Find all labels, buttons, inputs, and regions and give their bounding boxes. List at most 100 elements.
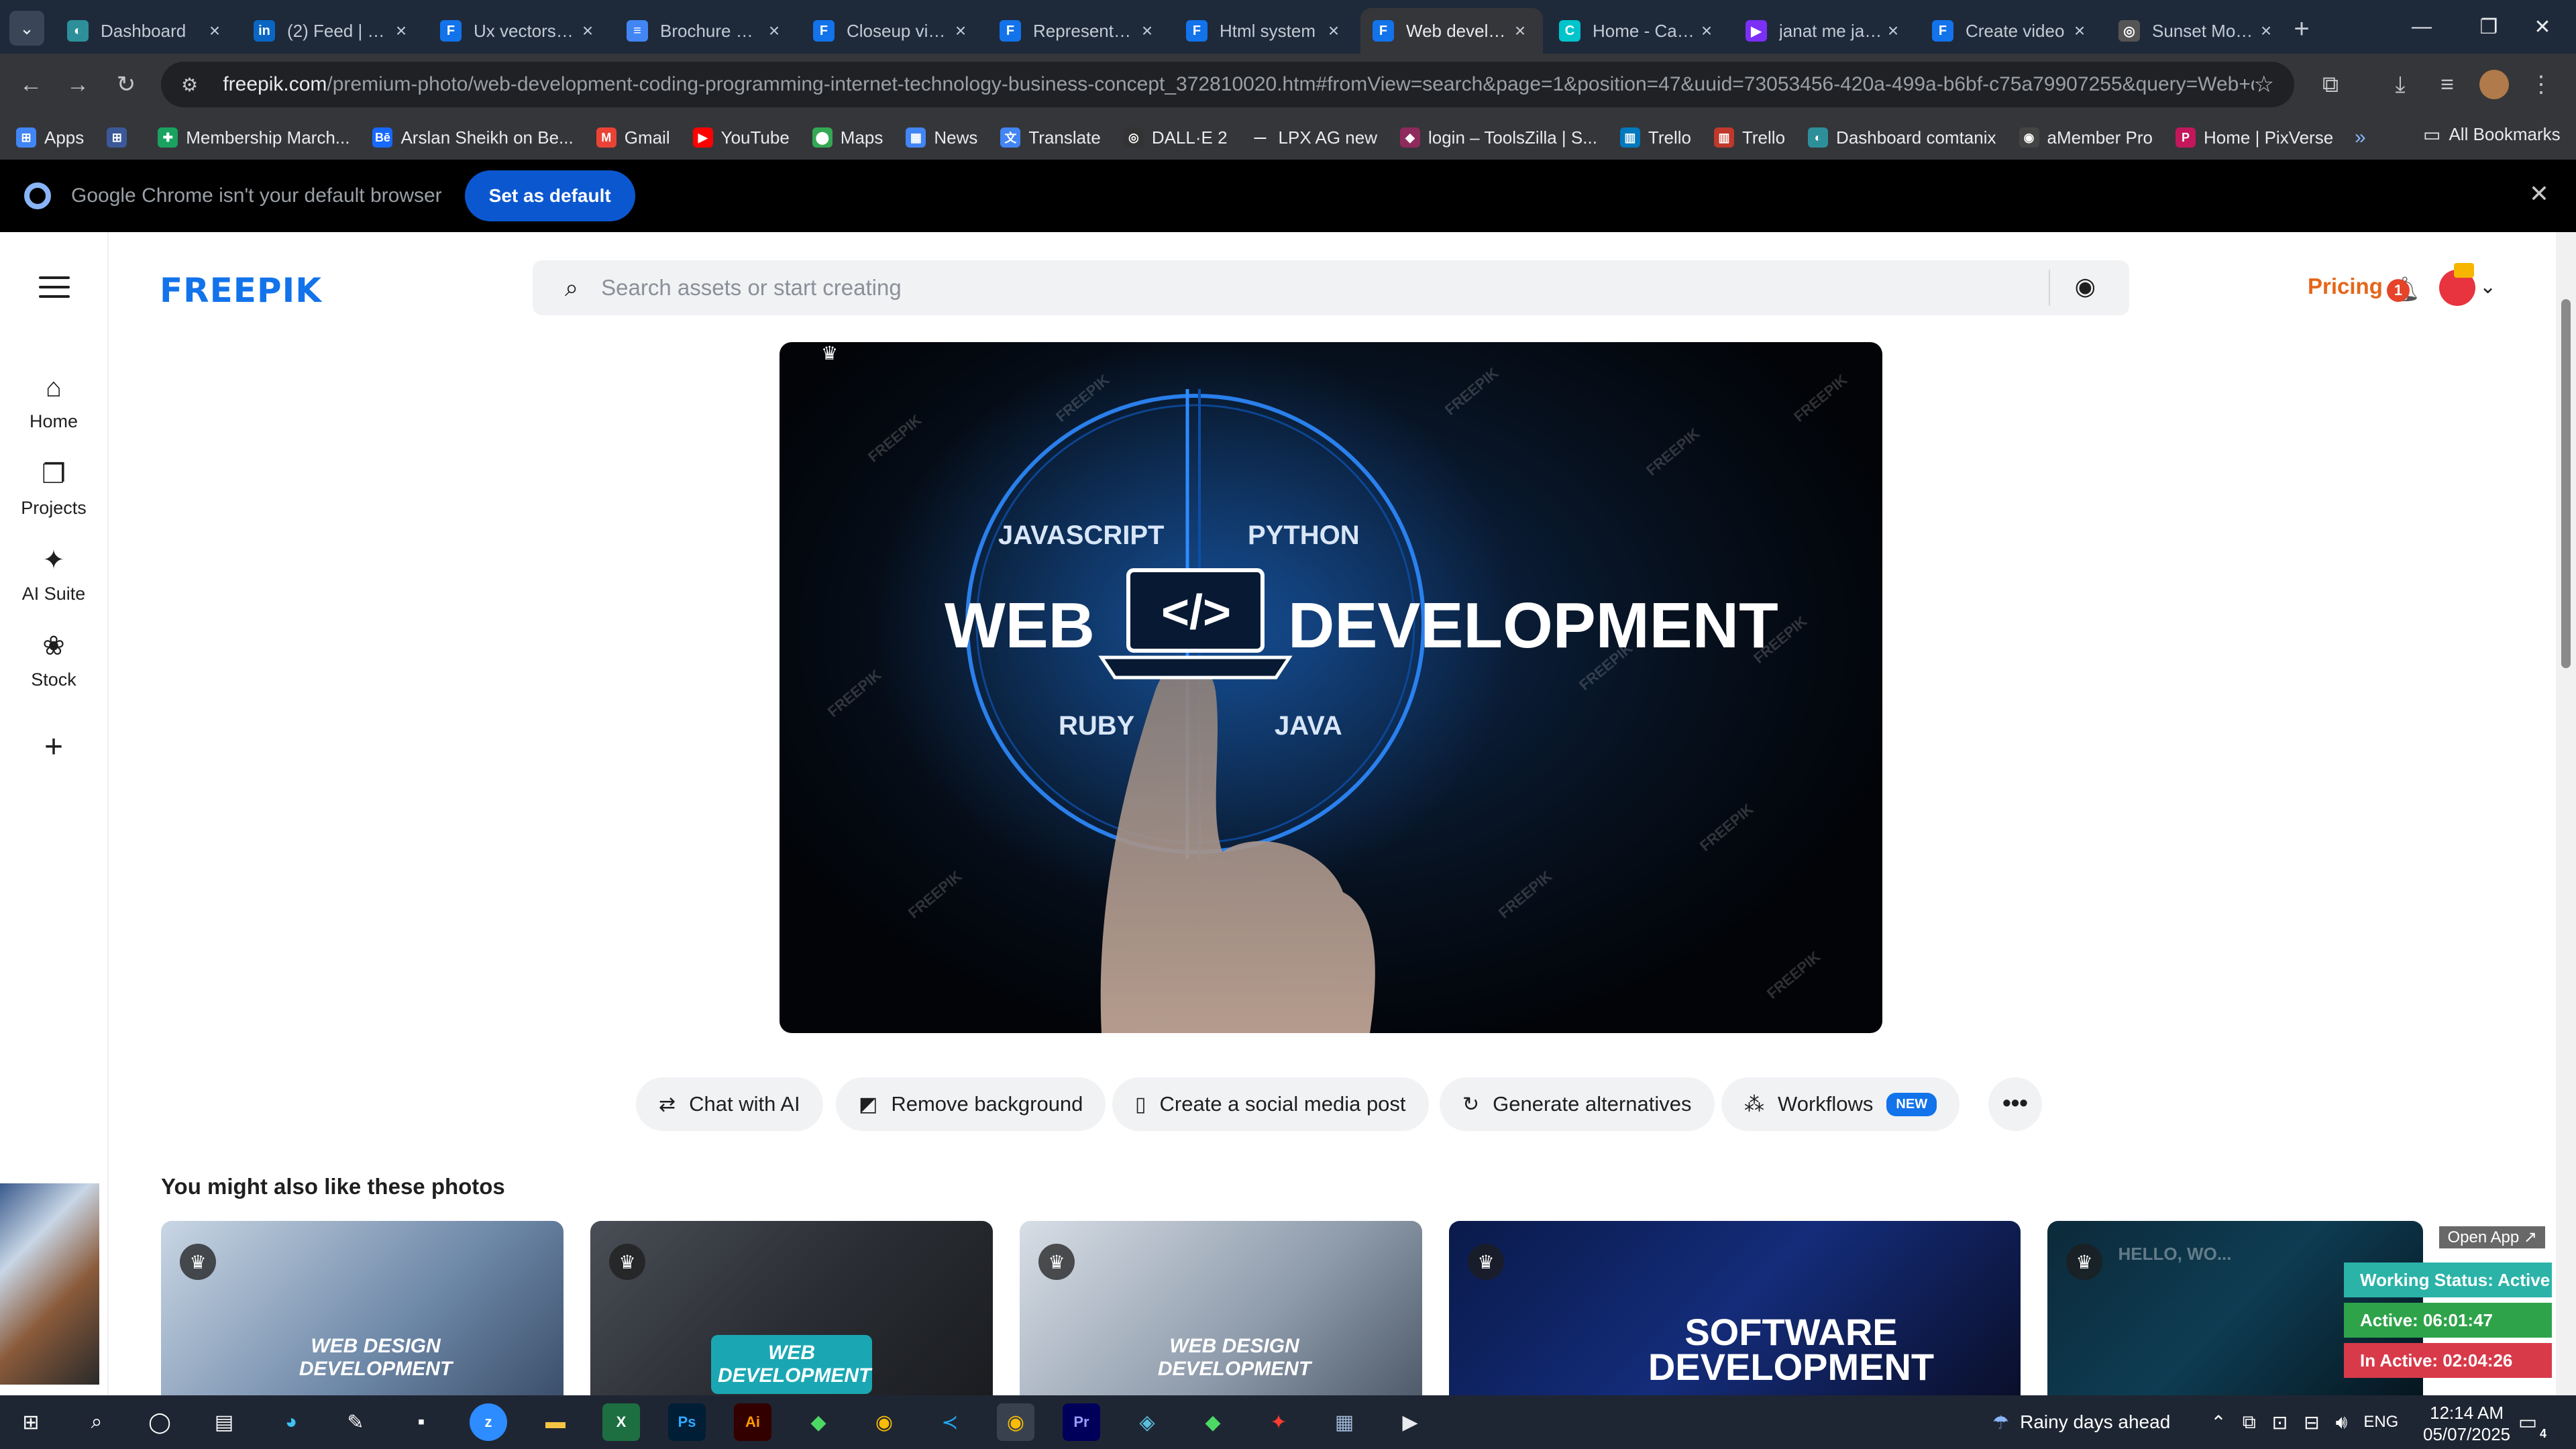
freepik-logo[interactable]: FREEPIK <box>160 271 322 310</box>
browser-tab[interactable]: F Html system × <box>1174 8 1356 54</box>
bookmark-item[interactable]: ✚ Membership March... <box>158 127 350 148</box>
calculator-icon[interactable]: ▦ <box>1326 1403 1363 1441</box>
close-tab-icon[interactable]: × <box>2255 20 2277 42</box>
cortana-icon[interactable]: ◯ <box>141 1403 178 1441</box>
site-info-icon[interactable]: ⚙ <box>181 74 207 96</box>
browser-tab[interactable]: ◐ Dashboard × <box>55 8 237 54</box>
related-thumb-1[interactable]: ♛ WEB DESIGN DEVELOPMENT <box>161 1221 564 1395</box>
app-tray-icon[interactable]: ⊡ <box>2272 1411 2288 1434</box>
downloads-icon[interactable]: ⤓ <box>2381 66 2419 103</box>
illustrator-icon[interactable]: Ai <box>734 1403 771 1441</box>
all-bookmarks-button[interactable]: ▭ All Bookmarks <box>2423 123 2561 146</box>
app-cyan-icon[interactable]: ◈ <box>1128 1403 1166 1441</box>
premiere-icon[interactable]: Pr <box>1063 1403 1100 1441</box>
bookmark-item[interactable]: ▥ Trello <box>1619 127 1691 148</box>
chrome-icon[interactable]: ◉ <box>865 1403 903 1441</box>
close-tab-icon[interactable]: × <box>1509 20 1531 42</box>
hero-image[interactable]: FREEPIK FREEPIK FREEPIK FREEPIK FREEPIK … <box>780 342 1882 1033</box>
browser-tab[interactable]: F Closeup view × <box>801 8 983 54</box>
volume-icon[interactable]: 🔊︎ <box>2336 1411 2348 1434</box>
close-tab-icon[interactable]: × <box>204 20 225 42</box>
rail-projects[interactable]: ❐ Projects <box>0 459 107 519</box>
chat-with-ai-button[interactable]: ⇄ Chat with AI <box>636 1077 823 1131</box>
webcam-overlay[interactable] <box>0 1183 99 1385</box>
bookmark-item[interactable]: P Home | PixVerse <box>2176 127 2333 148</box>
bookmark-item[interactable]: Bē Arslan Sheikh on Be... <box>372 127 574 148</box>
meet-icon[interactable]: ⧉ <box>2243 1411 2256 1434</box>
bookmark-item[interactable]: 文 Translate <box>1000 127 1101 148</box>
rail-ai-suite[interactable]: ✦ AI Suite <box>0 545 107 604</box>
forward-icon[interactable]: → <box>59 66 97 103</box>
tab-search-button[interactable]: ⌄ <box>9 11 44 46</box>
bookmark-item[interactable]: — LPX AG new <box>1250 127 1377 148</box>
file-explorer-icon[interactable]: ▬ <box>537 1403 574 1441</box>
close-tab-icon[interactable]: × <box>390 20 412 42</box>
hamburger-menu-icon[interactable] <box>39 276 70 299</box>
close-tab-icon[interactable]: × <box>1696 20 1717 42</box>
search-bar[interactable]: ⌕ Search assets or start creating ◉ <box>533 260 2129 315</box>
browser-tab[interactable]: ≡ Brochure Design× <box>614 8 797 54</box>
browser-tab[interactable]: C Home - Canva × <box>1547 8 1729 54</box>
chrome-active-icon[interactable]: ◉ <box>997 1403 1034 1441</box>
rail-home[interactable]: ⌂ Home <box>0 373 107 432</box>
bookmark-item[interactable]: ◎ DALL·E 2 <box>1123 127 1228 148</box>
close-tab-icon[interactable]: × <box>2069 20 2090 42</box>
search-icon[interactable]: ⌕ <box>78 1403 115 1441</box>
acrobat-icon[interactable]: ✦ <box>1260 1403 1297 1441</box>
generate-alternatives-button[interactable]: ↻ Generate alternatives <box>1440 1077 1715 1131</box>
bookmark-item[interactable]: ▥ Trello <box>1713 127 1785 148</box>
bookmark-star-icon[interactable]: ☆ <box>2254 71 2274 98</box>
chrome-menu-icon[interactable]: ⋮ <box>2522 66 2560 103</box>
profile-avatar[interactable] <box>2475 66 2513 103</box>
browser-tab[interactable]: F Representation× <box>987 8 1170 54</box>
browser-tab[interactable]: in (2) Feed | LinkedIn× <box>241 8 424 54</box>
scrollbar-thumb[interactable] <box>2561 299 2571 668</box>
media-player-icon[interactable]: ▶ <box>1391 1403 1429 1441</box>
browser-tab[interactable]: F Web development× <box>1360 8 1543 54</box>
close-tab-icon[interactable]: × <box>950 20 971 42</box>
more-options-icon[interactable]: ••• <box>1988 1077 2042 1131</box>
pricing-link[interactable]: Pricing <box>2308 274 2383 299</box>
media-controls-icon[interactable]: ≡ <box>2428 66 2466 103</box>
add-icon[interactable]: + <box>0 729 107 765</box>
minimize-button[interactable]: — <box>2388 0 2455 54</box>
bookmark-item[interactable]: ◐ Dashboard comtanix <box>1808 127 1996 148</box>
bookmark-item[interactable]: ▶ YouTube <box>692 127 790 148</box>
task-view-icon[interactable]: ▤ <box>205 1403 243 1441</box>
workflows-button[interactable]: ⁂ Workflows NEW <box>1721 1077 1960 1131</box>
extensions-icon[interactable]: ⧉ <box>2312 66 2349 103</box>
open-app-link[interactable]: Open App ↗ <box>2439 1226 2545 1248</box>
chevron-up-icon[interactable]: ⌃ <box>2210 1411 2226 1434</box>
app-green-2-icon[interactable]: ◆ <box>1194 1403 1232 1441</box>
bookmark-item[interactable]: M Gmail <box>596 127 670 148</box>
search-input[interactable]: Search assets or start creating <box>601 275 902 301</box>
bookmark-item[interactable]: ⊞ <box>107 127 135 148</box>
network-icon[interactable]: ⊟ <box>2304 1411 2319 1434</box>
create-social-post-button[interactable]: ▯ Create a social media post <box>1112 1077 1429 1131</box>
related-thumb-2[interactable]: ♛ WEB DEVELOPMENT <box>590 1221 993 1395</box>
close-window-button[interactable]: ✕ <box>2509 0 2576 54</box>
browser-tab[interactable]: F Ux vectors, photos× <box>428 8 610 54</box>
set-as-default-button[interactable]: Set as default <box>464 170 635 221</box>
edge-icon[interactable]: ◕ <box>272 1403 310 1441</box>
excel-icon[interactable]: X <box>602 1403 640 1441</box>
address-bar[interactable]: ⚙ freepik.com /premium-photo/web-develop… <box>161 62 2294 107</box>
windows-start-icon[interactable]: ⊞ <box>12 1403 50 1441</box>
new-tab-button[interactable]: + <box>2285 12 2318 46</box>
weather-text[interactable]: Rainy days ahead <box>2020 1411 2170 1433</box>
camera-search-icon[interactable]: ◉ <box>2075 272 2096 301</box>
more-bookmarks-icon[interactable]: » <box>2355 126 2366 149</box>
reload-icon[interactable]: ↻ <box>107 66 145 103</box>
bookmark-item[interactable]: ▦ News <box>906 127 977 148</box>
related-thumb-4[interactable]: ♛ SOFTWARE DEVELOPMENT <box>1449 1221 2021 1395</box>
close-tab-icon[interactable]: × <box>1323 20 1344 42</box>
page-scrollbar[interactable] <box>2556 232 2576 1395</box>
language-indicator[interactable]: ENG <box>2363 1413 2398 1432</box>
vscode-icon[interactable]: ≺ <box>931 1403 969 1441</box>
related-thumb-3[interactable]: ♛ WEB DESIGN DEVELOPMENT <box>1020 1221 1422 1395</box>
app-green-icon[interactable]: ◆ <box>800 1403 837 1441</box>
bookmark-item[interactable]: ⬤ Maps <box>812 127 883 148</box>
remove-background-button[interactable]: ◩ Remove background <box>836 1077 1106 1131</box>
pen-icon[interactable]: ✎ <box>337 1403 374 1441</box>
notifications-button[interactable]: 🔔︎ 1 <box>2387 275 2420 303</box>
